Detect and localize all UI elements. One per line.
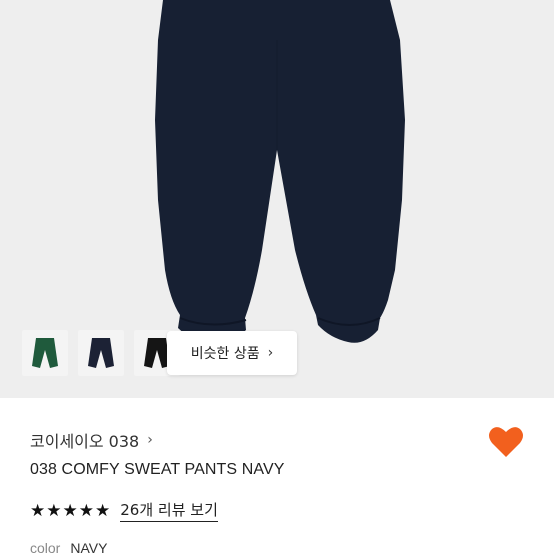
- chevron-right-icon: ›: [147, 432, 153, 448]
- rating-row: ★ ★ ★ ★ ★ 26개 리뷰 보기: [30, 499, 218, 522]
- green-pants-thumb-icon: [32, 338, 58, 368]
- review-link[interactable]: 26개 리뷰 보기: [120, 499, 218, 522]
- brand-name: 코이세이오 038: [30, 432, 140, 451]
- star-icon: ★: [95, 500, 111, 521]
- star-icon: ★: [62, 500, 78, 521]
- star-icon: ★: [78, 500, 94, 521]
- product-info: 코이세이오 038 › 038 COMFY SWEAT PANTS NAVY ★…: [0, 398, 554, 556]
- star-icon: ★: [46, 500, 62, 521]
- similar-products-label: 비슷한 상품: [190, 346, 260, 362]
- heart-icon[interactable]: [488, 425, 524, 463]
- product-title: 038 COMFY SWEAT PANTS NAVY: [30, 461, 285, 478]
- product-image-area: 비슷한 상품 ›: [0, 0, 554, 398]
- similar-products-button[interactable]: 비슷한 상품 ›: [167, 331, 297, 375]
- thumbnail-strip: [22, 330, 180, 376]
- thumbnail-navy[interactable]: [78, 330, 124, 376]
- star-icon: ★: [30, 500, 46, 521]
- star-rating: ★ ★ ★ ★ ★: [30, 502, 110, 520]
- thumbnail-green[interactable]: [22, 330, 68, 376]
- navy-pants-thumb-icon: [88, 338, 114, 368]
- chevron-right-icon: ›: [267, 345, 274, 361]
- brand-link[interactable]: 코이세이오 038 ›: [30, 428, 153, 452]
